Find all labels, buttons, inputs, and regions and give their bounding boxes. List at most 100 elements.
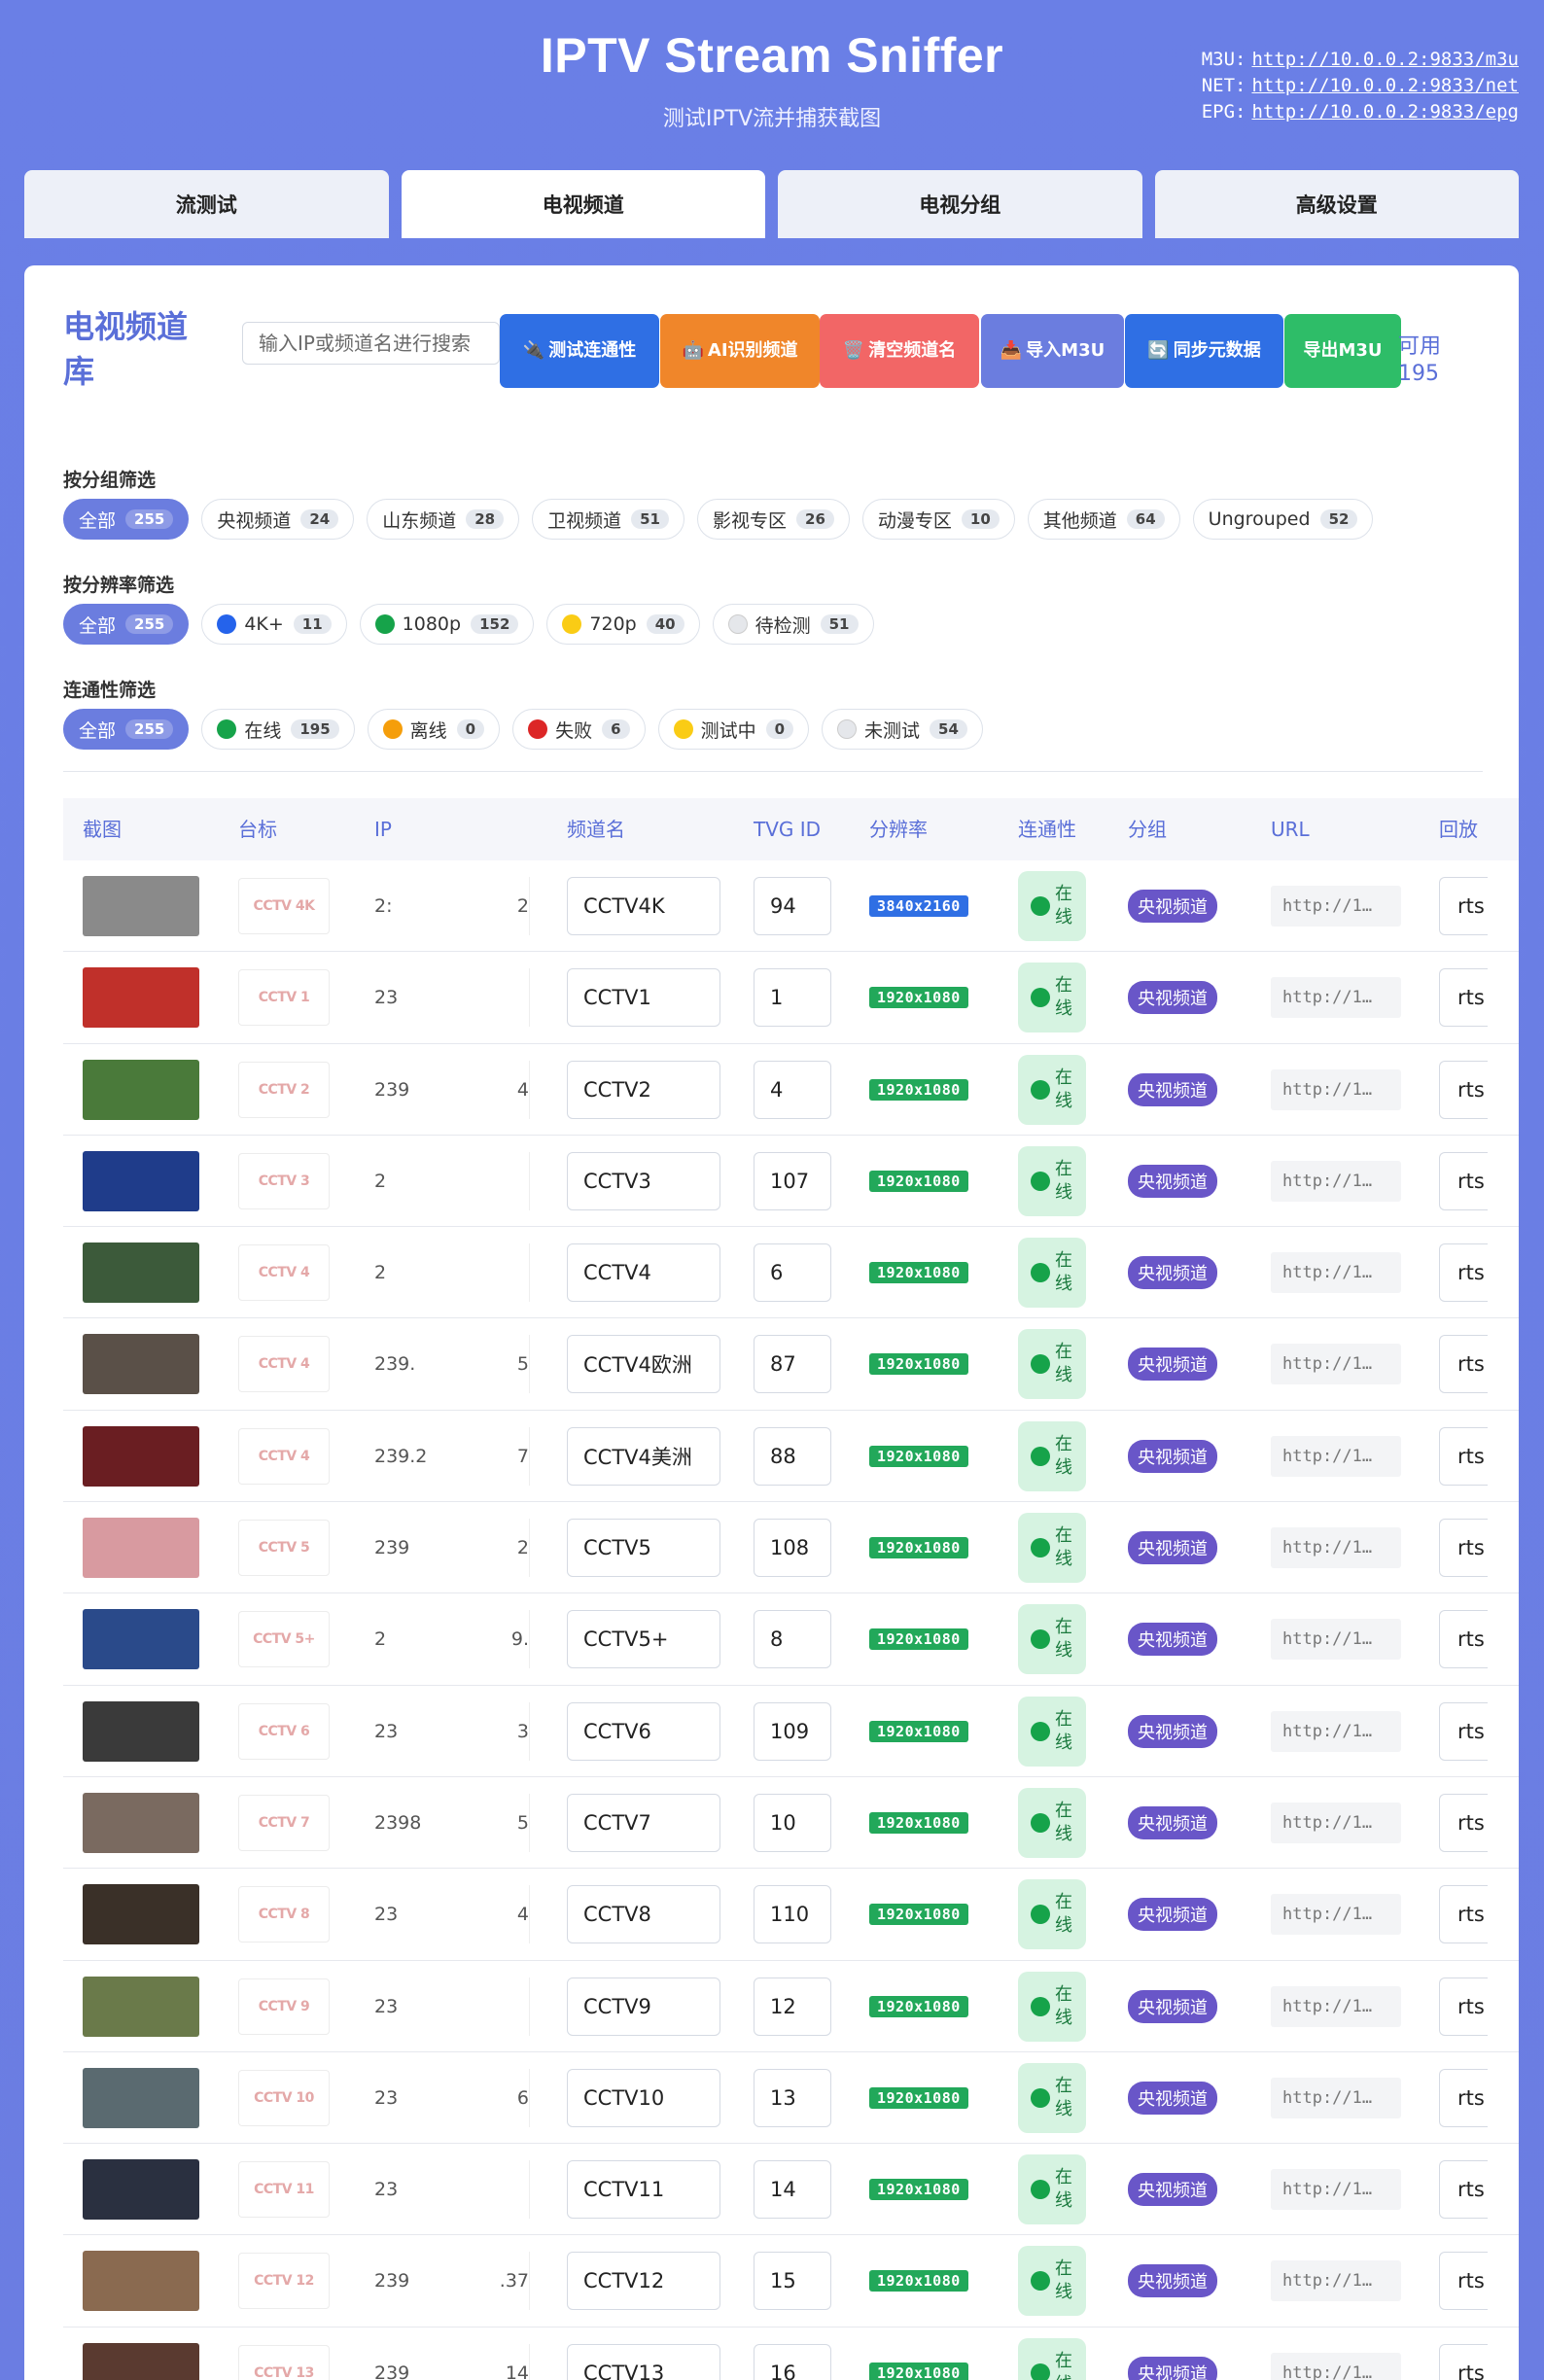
replay-input[interactable]: rts	[1439, 1060, 1488, 1119]
stream-url[interactable]: http://1…	[1271, 1985, 1401, 2027]
stream-url[interactable]: http://1…	[1271, 1894, 1401, 1936]
stream-url[interactable]: http://1…	[1271, 2169, 1401, 2211]
group-badge[interactable]: 央视频道	[1128, 1623, 1217, 1657]
group-badge[interactable]: 央视频道	[1128, 1164, 1217, 1198]
channel-name-input[interactable]: CCTV4K	[567, 877, 720, 935]
connectivity-filter-chip[interactable]: 全部 255	[63, 709, 190, 750]
resolution-filter-chip[interactable]: 720p 40	[546, 604, 700, 645]
stream-url[interactable]: http://1…	[1271, 1068, 1401, 1110]
group-badge[interactable]: 央视频道	[1128, 1898, 1217, 1932]
tvg-id-input[interactable]: 110	[754, 1885, 831, 1944]
group-filter-chip[interactable]: 卫视频道 51	[532, 499, 684, 540]
ai-identify-button[interactable]: 🤖 AI识别频道	[660, 314, 820, 388]
column-header[interactable]: URL	[1271, 798, 1310, 860]
stream-url[interactable]: http://1…	[1271, 977, 1401, 1019]
screenshot-thumbnail[interactable]	[83, 1242, 199, 1304]
stream-url[interactable]: http://1…	[1271, 1160, 1401, 1202]
table-row[interactable]: CCTV 5 239 2 CCTV5 108 1920x1080 在线 央视频道 http://…	[63, 1502, 1519, 1594]
group-badge[interactable]: 央视频道	[1128, 1439, 1217, 1473]
resolution-filter-chip[interactable]: 1080p 152	[359, 604, 535, 645]
tvg-id-input[interactable]: 8	[754, 1610, 831, 1669]
channel-name-input[interactable]: CCTV11	[567, 2160, 720, 2220]
table-row[interactable]: CCTV 4 239. 5 CCTV4欧洲 87 1920x1080 在线 央视频道 http:…	[63, 1318, 1519, 1411]
table-row[interactable]: CCTV 5+ 2 9. CCTV5+ 8 1920x1080 在线 央视频道 http://1…	[63, 1593, 1519, 1686]
resolution-filter-chip[interactable]: 4K+ 11	[201, 604, 347, 645]
group-badge[interactable]: 央视频道	[1128, 1072, 1217, 1106]
table-row[interactable]: CCTV 6 23 3 CCTV6 109 1920x1080 在线 央视频道 http://1…	[63, 1686, 1519, 1777]
group-badge[interactable]: 央视频道	[1128, 1348, 1217, 1382]
group-filter-chip[interactable]: 央视频道 24	[201, 499, 355, 540]
tab-tv-groups[interactable]: 电视分组	[778, 170, 1142, 238]
screenshot-thumbnail[interactable]	[83, 2067, 199, 2128]
group-badge[interactable]: 央视频道	[1128, 890, 1217, 923]
screenshot-thumbnail[interactable]	[83, 1884, 199, 1945]
screenshot-thumbnail[interactable]	[83, 1150, 199, 1211]
group-badge[interactable]: 央视频道	[1128, 1989, 1217, 2023]
tvg-id-input[interactable]: 12	[754, 1977, 831, 2036]
tvg-id-input[interactable]: 109	[754, 1701, 831, 1761]
tab-tv-channels[interactable]: 电视频道	[401, 170, 765, 238]
tvg-id-input[interactable]: 10	[754, 1793, 831, 1852]
channel-name-input[interactable]: CCTV9	[567, 1977, 720, 2036]
group-filter-chip[interactable]: 山东频道 28	[367, 499, 520, 540]
tvg-id-input[interactable]: 107	[754, 1151, 831, 1210]
net-link[interactable]: http://10.0.0.2:9833/net	[1251, 75, 1519, 96]
channel-name-input[interactable]: CCTV4美洲	[567, 1426, 720, 1486]
replay-input[interactable]: rts	[1439, 968, 1488, 1028]
screenshot-thumbnail[interactable]	[83, 1700, 199, 1762]
group-badge[interactable]: 央视频道	[1128, 2264, 1217, 2298]
connectivity-filter-chip[interactable]: 未测试 54	[822, 709, 983, 750]
group-badge[interactable]: 央视频道	[1128, 1256, 1217, 1290]
stream-url[interactable]: http://1…	[1271, 1344, 1401, 1385]
group-filter-chip[interactable]: 其他频道 64	[1027, 499, 1180, 540]
tvg-id-input[interactable]: 16	[754, 2343, 831, 2380]
group-filter-chip[interactable]: 动漫专区 10	[861, 499, 1015, 540]
table-row[interactable]: CCTV 4 239.2 7 CCTV4美洲 88 1920x1080 在线 央视频道 http…	[63, 1411, 1519, 1503]
channel-name-input[interactable]: CCTV8	[567, 1885, 720, 1944]
table-row[interactable]: CCTV 9 23 CCTV9 12 1920x1080 在线 央视频道 http://1… r…	[63, 1961, 1519, 2052]
tab-stream-test[interactable]: 流测试	[24, 170, 389, 238]
group-badge[interactable]: 央视频道	[1128, 1714, 1217, 1748]
stream-url[interactable]: http://1…	[1271, 2352, 1401, 2380]
m3u-link[interactable]: http://10.0.0.2:9833/m3u	[1251, 49, 1519, 70]
stream-url[interactable]: http://1…	[1271, 1252, 1401, 1294]
stream-url[interactable]: http://1…	[1271, 1435, 1401, 1477]
screenshot-thumbnail[interactable]	[83, 1518, 199, 1579]
table-row[interactable]: CCTV 11 23 CCTV11 14 1920x1080 在线 央视频道 http://1…	[63, 2144, 1519, 2236]
column-header[interactable]: 分组	[1128, 798, 1167, 860]
table-row[interactable]: CCTV 3 2 CCTV3 107 1920x1080 在线 央视频道 http://1… r…	[63, 1136, 1519, 1228]
screenshot-thumbnail[interactable]	[83, 1609, 199, 1670]
table-row[interactable]: CCTV 12 239.37 CCTV12 15 1920x1080 在线 央视频道 http…	[63, 2235, 1519, 2328]
clear-names-button[interactable]: 🗑️ 清空频道名	[820, 314, 979, 388]
channel-name-input[interactable]: CCTV4	[567, 1243, 720, 1303]
group-badge[interactable]: 央视频道	[1128, 981, 1217, 1015]
tvg-id-input[interactable]: 1	[754, 968, 831, 1028]
search-input[interactable]	[242, 322, 500, 365]
resolution-filter-chip[interactable]: 全部 255	[63, 604, 190, 645]
screenshot-thumbnail[interactable]	[83, 1334, 199, 1395]
table-row[interactable]: CCTV 13 239 14 CCTV13 16 1920x1080 在线 央视频道 http:…	[63, 2328, 1519, 2380]
tab-advanced-settings[interactable]: 高级设置	[1154, 170, 1519, 238]
replay-input[interactable]: rts	[1439, 1426, 1488, 1486]
replay-input[interactable]: rts	[1439, 1977, 1488, 2036]
connectivity-filter-chip[interactable]: 测试中 0	[657, 709, 810, 750]
channel-name-input[interactable]: CCTV13	[567, 2343, 720, 2380]
replay-input[interactable]: rts	[1439, 1610, 1488, 1669]
stream-url[interactable]: http://1…	[1271, 2077, 1401, 2118]
table-row[interactable]: CCTV 8 23 4 CCTV8 110 1920x1080 在线 央视频道 http://1…	[63, 1869, 1519, 1961]
screenshot-thumbnail[interactable]	[83, 1425, 199, 1487]
screenshot-thumbnail[interactable]	[83, 1792, 199, 1853]
table-row[interactable]: CCTV 7 2398 5 CCTV7 10 1920x1080 在线 央视频道 http://…	[63, 1777, 1519, 1870]
export-m3u-button[interactable]: 导出M3U	[1284, 314, 1401, 388]
replay-input[interactable]: rts	[1439, 1701, 1488, 1761]
channel-name-input[interactable]: CCTV5+	[567, 1610, 720, 1669]
group-filter-chip[interactable]: Ungrouped 52	[1192, 499, 1374, 540]
resolution-filter-chip[interactable]: 待检测 51	[712, 604, 874, 645]
tvg-id-input[interactable]: 15	[754, 2252, 831, 2311]
column-header[interactable]: 频道名	[567, 798, 625, 860]
column-header[interactable]: IP	[374, 798, 392, 860]
table-row[interactable]: CCTV 4 2 CCTV4 6 1920x1080 在线 央视频道 http://1… rts	[63, 1227, 1519, 1319]
table-row[interactable]: CCTV 2 239 4 CCTV2 4 1920x1080 在线 央视频道 http://1……	[63, 1044, 1519, 1136]
column-header[interactable]: 连通性	[1018, 798, 1076, 860]
screenshot-thumbnail[interactable]	[83, 1976, 199, 2037]
